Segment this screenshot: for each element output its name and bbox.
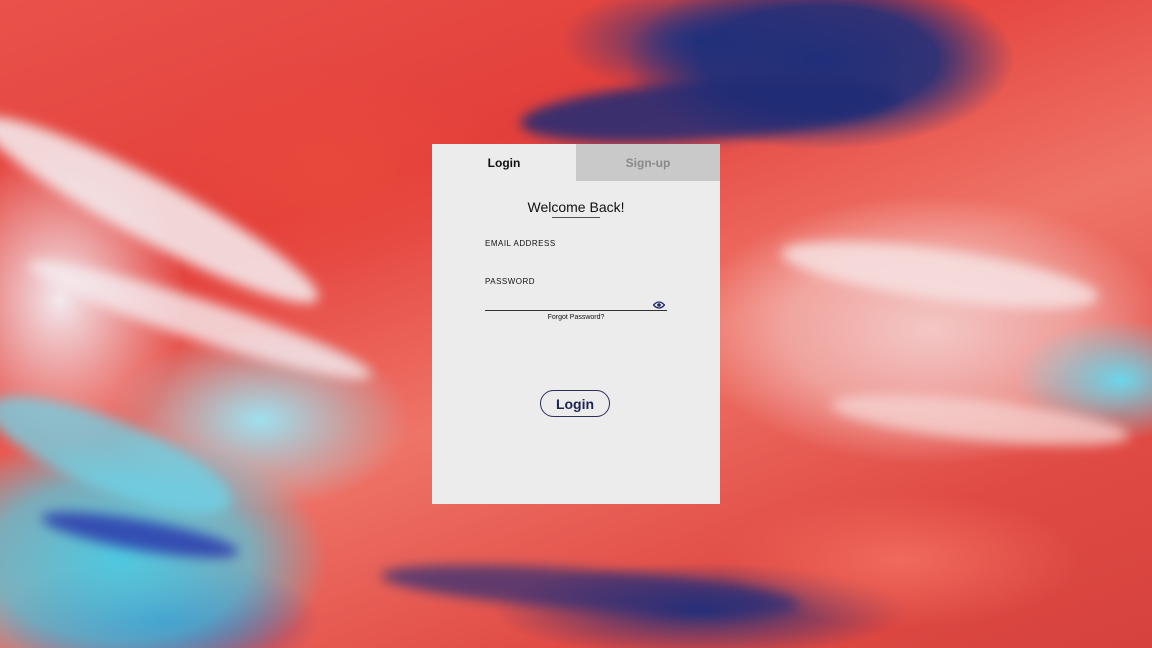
password-field-group: PASSWORD — [485, 277, 667, 311]
paint-streak-white — [828, 384, 1132, 456]
forgot-password-link[interactable]: Forgot Password? — [432, 314, 720, 321]
paint-streak-navy — [379, 555, 801, 625]
email-field[interactable] — [485, 252, 653, 268]
title-underline — [552, 217, 600, 218]
password-field[interactable] — [485, 290, 653, 306]
tab-login[interactable]: Login — [432, 144, 576, 181]
paint-streak-white — [778, 227, 1102, 323]
password-input-row — [485, 290, 667, 311]
password-label: PASSWORD — [485, 277, 536, 286]
paint-streak-cyan — [0, 373, 244, 537]
page-title: Welcome Back! — [527, 199, 625, 215]
eye-icon[interactable] — [652, 296, 666, 309]
tab-bar: Login Sign-up — [432, 144, 720, 181]
login-card: Login Sign-up Welcome Back! EMAIL ADDRES… — [432, 144, 720, 504]
paint-streak-navy — [518, 66, 902, 154]
login-button[interactable]: Login — [540, 390, 610, 417]
tab-signup[interactable]: Sign-up — [576, 144, 720, 181]
email-label: EMAIL ADDRESS — [485, 239, 556, 248]
email-field-group: EMAIL ADDRESS — [485, 239, 667, 268]
